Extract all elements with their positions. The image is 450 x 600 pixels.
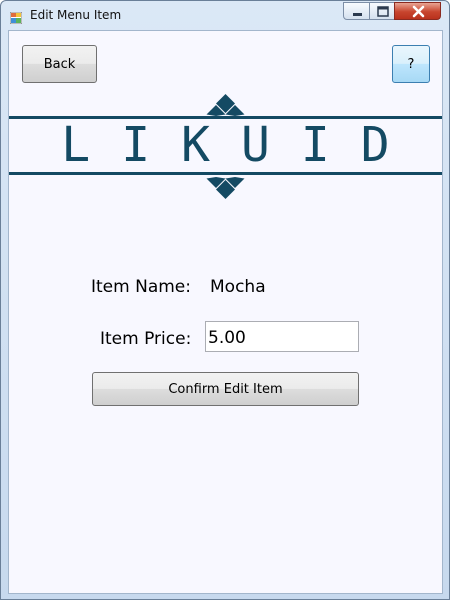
help-button[interactable]: ? — [392, 45, 430, 83]
back-button[interactable]: Back — [22, 45, 97, 83]
item-price-label: Item Price: — [100, 329, 192, 349]
maximize-icon — [377, 6, 389, 17]
logo-diamond-bottom-icon — [206, 177, 245, 199]
client-area: Back ? LIKUID Item Name: Mocha Item Pric… — [8, 30, 443, 594]
minimize-icon — [353, 13, 362, 16]
app-window: Edit Menu Item Back ? LIKUID Item Name: … — [0, 0, 450, 600]
logo-wordmark: LIKUID — [61, 117, 421, 173]
maximize-button[interactable] — [369, 2, 395, 20]
item-price-input[interactable] — [205, 321, 359, 352]
window-title: Edit Menu Item — [30, 8, 122, 22]
item-name-label: Item Name: — [91, 277, 191, 297]
item-name-value: Mocha — [210, 277, 266, 297]
app-window-icon — [9, 9, 23, 25]
close-icon — [412, 5, 425, 18]
close-button[interactable] — [394, 2, 441, 20]
logo-diamond-top-icon — [206, 94, 245, 116]
minimize-button[interactable] — [343, 2, 370, 20]
logo-bottom-rule — [9, 172, 442, 175]
title-bar[interactable]: Edit Menu Item — [1, 1, 449, 30]
confirm-edit-item-button[interactable]: Confirm Edit Item — [92, 372, 359, 406]
